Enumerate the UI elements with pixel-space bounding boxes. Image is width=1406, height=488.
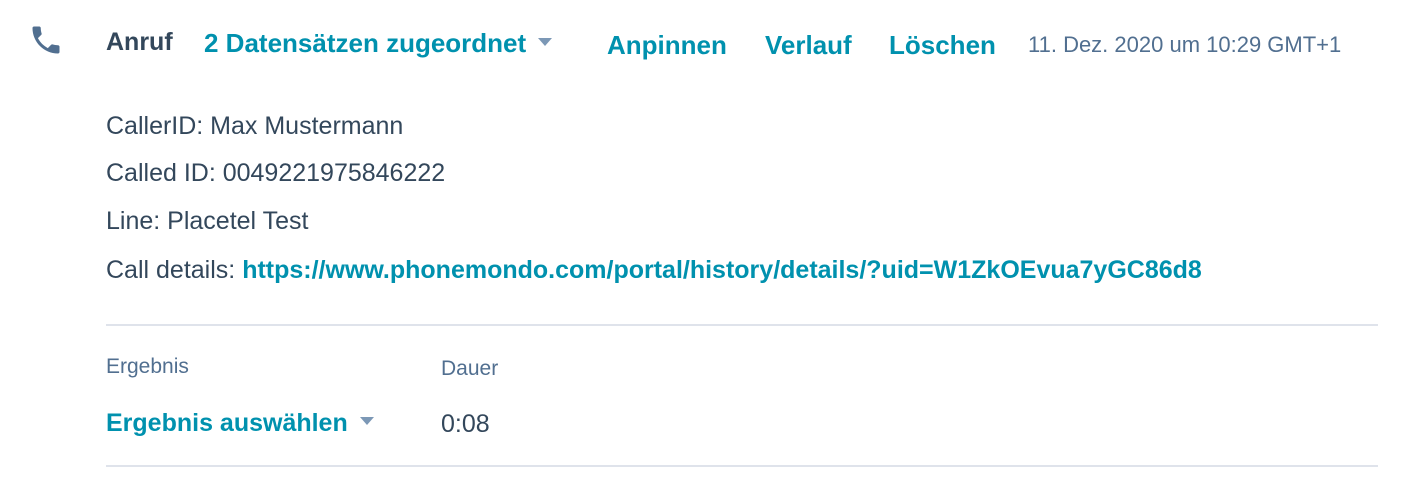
divider [106, 465, 1378, 467]
chevron-down-icon [359, 417, 374, 426]
called-id-line: Called ID: 0049221975846222 [106, 159, 446, 187]
call-details-line: Call details: https://www.phonemondo.com… [106, 254, 1202, 286]
delete-button[interactable]: Löschen [889, 29, 996, 61]
timestamp: 11. Dez. 2020 um 10:29 GMT+1 [1028, 32, 1342, 57]
pin-button[interactable]: Anpinnen [607, 29, 727, 61]
line-info: Line: Placetel Test [106, 207, 309, 235]
divider [106, 324, 1378, 326]
activity-type-label: Anruf [106, 28, 173, 56]
associations-dropdown[interactable]: 2 Datensätzen zugeordnet [204, 27, 553, 59]
duration-value: 0:08 [441, 410, 490, 438]
call-details-label: Call details: [106, 256, 236, 284]
history-button[interactable]: Verlauf [765, 29, 852, 61]
call-details-link[interactable]: https://www.phonemondo.com/portal/histor… [242, 256, 1202, 284]
caller-id-line: CallerID: Max Mustermann [106, 112, 404, 140]
duration-label: Dauer [441, 357, 499, 380]
outcome-dropdown[interactable]: Ergebnis auswählen [106, 407, 374, 439]
chevron-down-icon [538, 38, 553, 47]
phone-icon [32, 26, 60, 54]
outcome-value: Ergebnis auswählen [106, 409, 348, 437]
outcome-label: Ergebnis [106, 355, 189, 378]
associations-label: 2 Datensätzen zugeordnet [204, 28, 527, 58]
